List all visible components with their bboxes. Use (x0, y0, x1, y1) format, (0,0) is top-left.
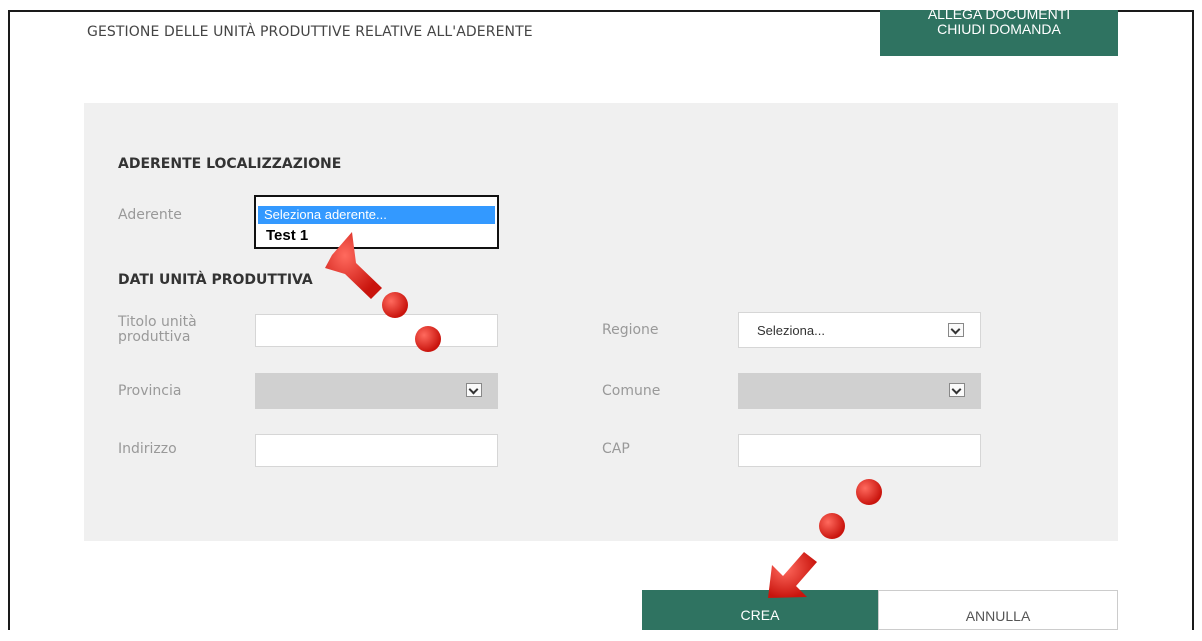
chiudi-domanda-label[interactable]: CHIUDI DOMANDA (880, 22, 1118, 37)
aderente-label: Aderente (118, 207, 182, 223)
comune-label: Comune (602, 383, 661, 399)
chevron-down-icon[interactable] (949, 383, 965, 397)
aderente-localizzazione-title: ADERENTE LOCALIZZAZIONE (118, 156, 342, 172)
cap-input[interactable] (738, 434, 981, 467)
allega-chiudi-button[interactable]: ALLEGA DOCUMENTI CHIUDI DOMANDA (880, 7, 1118, 56)
aderente-dropdown-list[interactable]: Seleziona aderente... Test 1 (254, 195, 499, 249)
comune-select[interactable] (738, 373, 981, 409)
indirizzo-input[interactable] (255, 434, 498, 467)
chevron-down-icon[interactable] (466, 383, 482, 397)
titolo-label: Titolo unità produttiva (118, 315, 197, 345)
titolo-label-line1: Titolo unità (118, 314, 197, 330)
indirizzo-label: Indirizzo (118, 441, 177, 457)
titolo-input[interactable] (255, 314, 498, 347)
dropdown-option-test1[interactable]: Test 1 (266, 227, 308, 244)
regione-selected-value: Seleziona... (757, 323, 825, 338)
provincia-select[interactable] (255, 373, 498, 409)
dropdown-option-placeholder[interactable]: Seleziona aderente... (258, 206, 495, 224)
provincia-label: Provincia (118, 383, 182, 399)
crea-button[interactable]: CREA (642, 590, 878, 630)
cap-label: CAP (602, 441, 630, 457)
dati-unita-produttiva-title: DATI UNITÀ PRODUTTIVA (118, 272, 313, 288)
annulla-button[interactable]: ANNULLA (878, 590, 1118, 630)
regione-label: Regione (602, 322, 659, 338)
titolo-label-line2: produttiva (118, 329, 191, 345)
page-title: GESTIONE DELLE UNITÀ PRODUTTIVE RELATIVE… (87, 24, 533, 40)
allega-documenti-label[interactable]: ALLEGA DOCUMENTI (880, 7, 1118, 22)
regione-select[interactable]: Seleziona... (738, 312, 981, 348)
chevron-down-icon[interactable] (948, 323, 964, 337)
